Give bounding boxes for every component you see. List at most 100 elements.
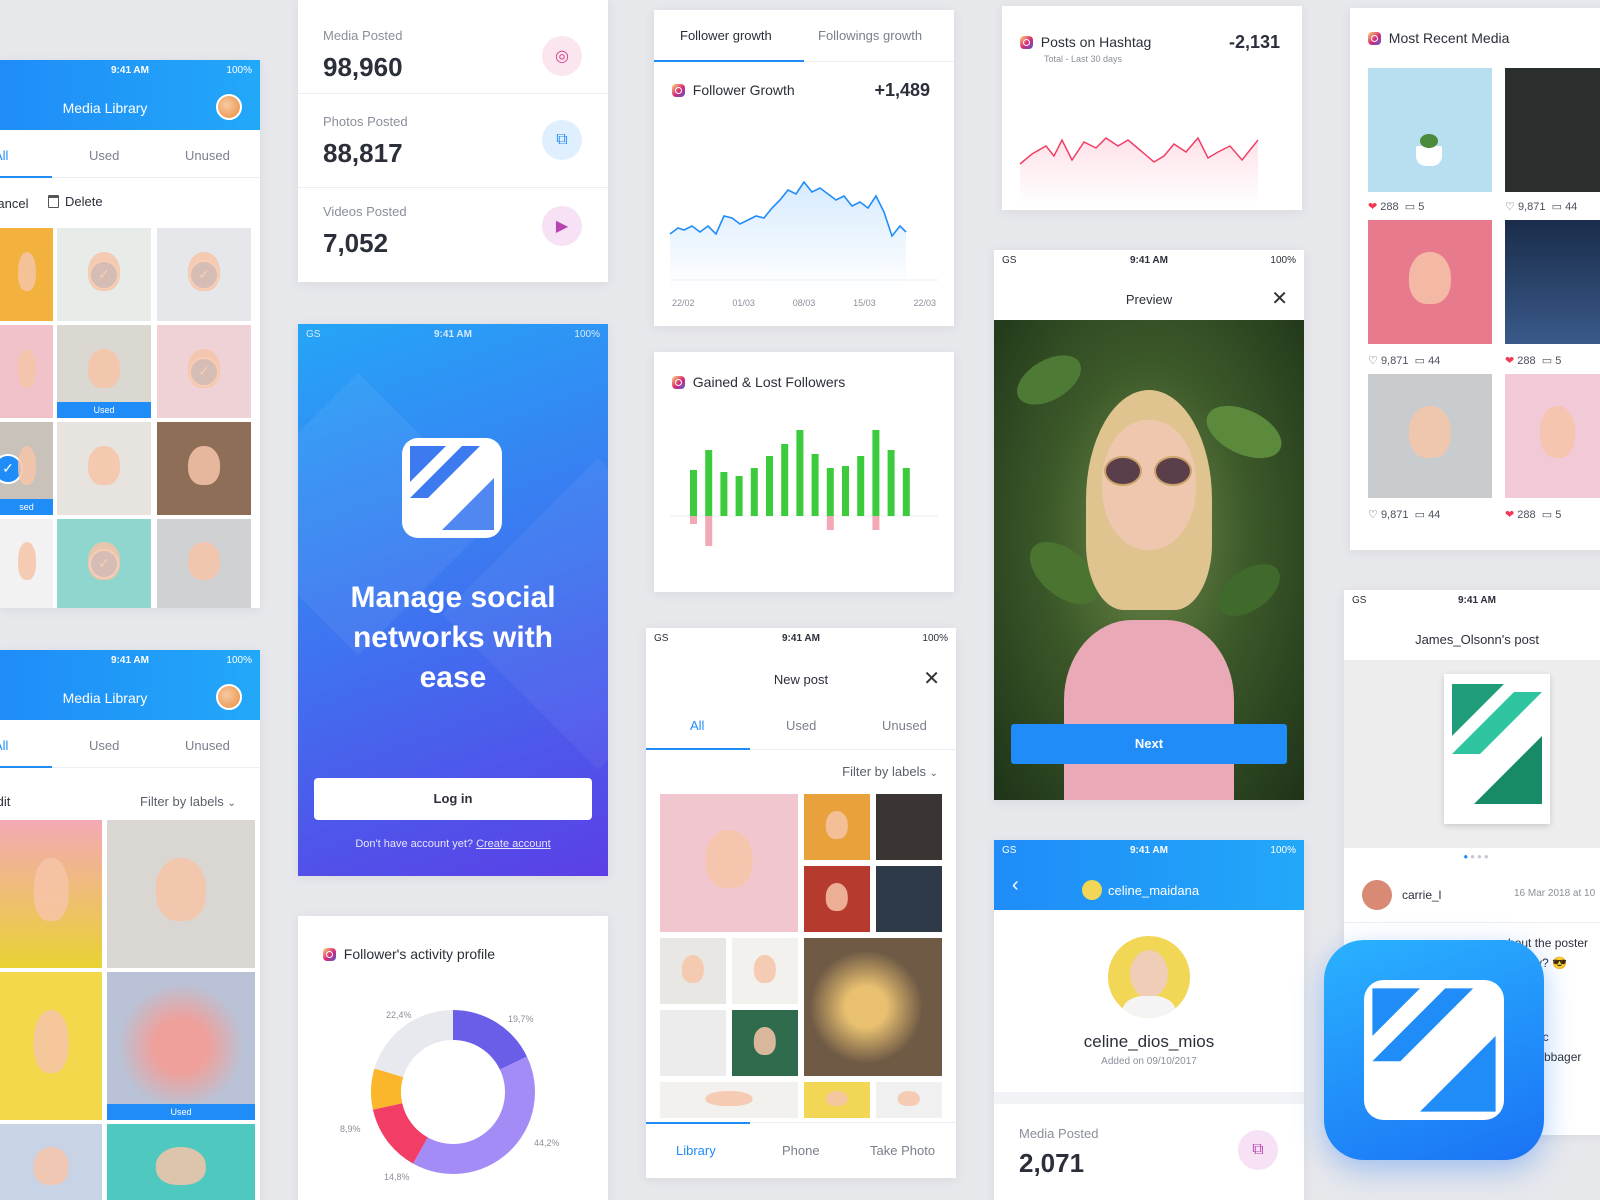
filter-by-labels[interactable]: Filter by labels ⌄ [140,794,236,809]
likes-count: 288 [1517,509,1536,521]
poster-shape [1444,674,1550,824]
avatar[interactable] [216,94,242,120]
commenter-name: carrie_l [1402,888,1442,902]
photos-icon: ⧉ [1238,1130,1278,1170]
likes-comments: ❤ 288 ▭ 5 [1505,354,1561,367]
media-thumb[interactable] [804,794,870,860]
edit-button[interactable]: Edit [0,794,10,809]
media-thumb[interactable]: ✓ [157,228,251,321]
tab-used[interactable]: Used [89,738,119,753]
media-thumb[interactable] [1368,220,1492,344]
media-thumb[interactable] [660,1082,798,1118]
media-thumb[interactable] [157,519,251,608]
close-icon[interactable]: ✕ [923,666,940,691]
tab-take-photo[interactable]: Take Photo [870,1143,935,1158]
next-button[interactable]: Next [1011,724,1287,764]
activity-profile-card: Follower's activity profile 22,4% 19,7% … [298,916,608,1200]
gain-bar [690,470,697,516]
gain-bar [872,430,880,516]
avatar [1082,880,1102,900]
delete-label: Delete [65,194,103,209]
media-thumb[interactable] [157,422,251,515]
status-time: 9:41 AM [111,655,149,666]
tab-indicator [0,176,52,178]
tab-all[interactable]: All [690,718,704,733]
media-thumb[interactable] [732,938,798,1004]
leaf-shape [1008,345,1090,415]
media-thumb[interactable] [107,820,255,968]
media-thumb[interactable] [876,866,942,932]
media-thumb[interactable] [1368,374,1492,498]
comment-icon: ▭ [1551,201,1562,213]
media-thumb[interactable] [0,972,102,1120]
media-thumb[interactable]: ✓ [57,228,151,321]
tab-followings-growth[interactable]: Followings growth [818,28,922,43]
media-thumb[interactable] [0,1124,102,1200]
no-account-text: Don't have account yet? [355,838,473,850]
check-icon: ✓ [0,453,23,484]
media-thumb[interactable]: ✓ sed [0,422,53,515]
media-thumb[interactable] [804,866,870,932]
media-thumb[interactable] [732,1010,798,1076]
comments-count: 5 [1555,355,1562,367]
cancel-button[interactable]: Cancel [0,196,28,211]
card-title: Gained & Lost Followers [672,374,845,390]
media-thumb[interactable] [0,325,53,418]
avatar[interactable] [216,684,242,710]
media-tabs: All Used Unused [0,130,260,178]
status-time: 9:41 AM [434,329,472,340]
media-thumb[interactable] [0,228,53,321]
media-thumb[interactable] [1505,374,1600,498]
shirt-shape [1064,620,1234,800]
media-thumb[interactable] [107,1124,255,1200]
media-thumb[interactable] [876,794,942,860]
media-thumb[interactable]: Used [107,972,255,1120]
create-account-link[interactable]: Create account [476,838,551,850]
tab-follower-growth[interactable]: Follower growth [680,28,772,43]
media-thumb[interactable]: ✓ [157,325,251,418]
tab-phone[interactable]: Phone [782,1143,820,1158]
back-icon[interactable]: ‹ [1012,874,1019,897]
media-thumb[interactable] [1505,220,1600,344]
media-thumb[interactable]: ✓ [57,519,151,608]
media-thumb[interactable] [876,1082,942,1118]
media-thumb[interactable] [0,820,102,968]
login-button[interactable]: Log in [314,778,592,820]
filter-label: Filter by labels [140,794,224,809]
instagram-icon: ◎ [542,36,582,76]
stat-row: Media Posted 98,960 ◎ [298,0,608,94]
media-thumb[interactable]: Used [57,325,151,418]
gain-bar [796,430,804,516]
media-thumb[interactable] [1368,68,1492,192]
tab-library[interactable]: Library [676,1143,716,1158]
media-thumb[interactable] [804,1082,870,1118]
status-time: 9:41 AM [111,65,149,76]
chevron-down-icon: ⌄ [929,768,938,779]
close-icon[interactable]: ✕ [1271,286,1288,311]
growth-title: Follower Growth [692,82,795,98]
donut-slice [413,1056,535,1174]
media-thumb[interactable] [660,938,726,1004]
tab-unused[interactable]: Unused [185,148,230,163]
tab-all[interactable]: All [0,148,8,163]
comments-count: 44 [1565,201,1578,213]
media-thumb[interactable] [57,422,151,515]
media-thumb[interactable] [1505,68,1600,192]
stat-label: Videos Posted [323,204,407,219]
tab-all[interactable]: All [0,738,8,753]
media-thumb[interactable] [804,938,942,1076]
tab-used[interactable]: Used [89,148,119,163]
delete-button[interactable]: Delete [48,194,103,209]
media-thumb[interactable] [660,794,798,932]
tab-indicator [0,766,52,768]
filter-by-labels[interactable]: Filter by labels ⌄ [842,764,938,779]
media-thumb[interactable] [660,1010,726,1076]
tab-unused[interactable]: Unused [882,718,927,733]
battery-status: 100% [574,329,600,340]
line-chart [669,180,938,290]
tab-unused[interactable]: Unused [185,738,230,753]
gain-bar [887,450,895,516]
tab-used[interactable]: Used [786,718,816,733]
media-thumb[interactable] [0,519,53,608]
heart-outline-icon: ♡ [1368,355,1378,367]
